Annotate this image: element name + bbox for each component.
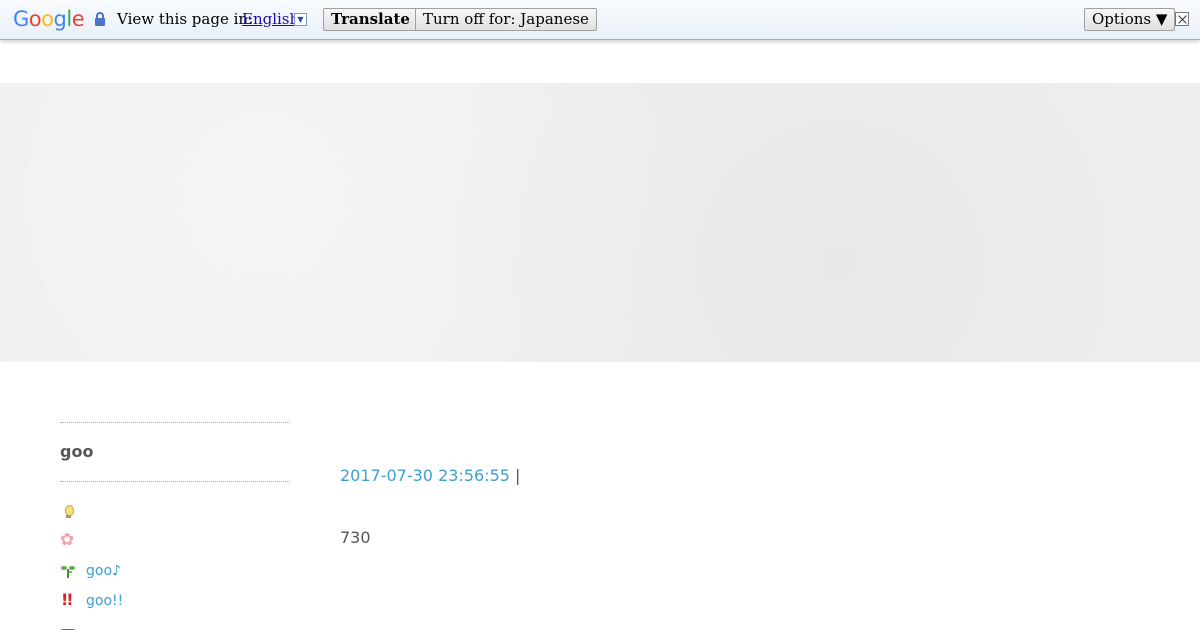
lightbulb-icon — [60, 503, 76, 519]
sidebar-item-lightbulb[interactable] — [60, 496, 290, 526]
sidebar-item-goo-exclaim[interactable]: goo!! — [60, 586, 290, 616]
turn-off-button[interactable]: Turn off for: Japanese — [415, 8, 597, 31]
camera-icon — [60, 623, 76, 630]
sidebar-title: goo — [60, 442, 94, 461]
view-page-label: View this page in: — [117, 10, 254, 28]
sidebar-item-camera[interactable] — [60, 616, 290, 630]
language-select[interactable]: English — [242, 10, 299, 28]
post-timestamp-link[interactable]: 2017-07-30 23:56:55 — [340, 466, 510, 485]
post-body: 730 — [340, 528, 371, 547]
options-button[interactable]: Options ▼ — [1084, 8, 1176, 31]
google-logo: Google — [13, 7, 85, 31]
post: 2017-07-30 23:56:55 | 730 — [340, 466, 520, 547]
sidebar: goo goo♪ goo!! — [60, 422, 290, 630]
sidebar-item-flower[interactable] — [60, 526, 290, 556]
exclamation-icon — [60, 590, 76, 609]
sidebar-item-goo-music[interactable]: goo♪ — [60, 556, 290, 586]
sidebar-item-label[interactable]: goo♪ — [86, 563, 121, 579]
close-icon[interactable] — [1175, 12, 1189, 26]
google-translate-bar: Google View this page in: English ▼ Tran… — [0, 0, 1200, 40]
sprout-icon — [60, 563, 76, 579]
sidebar-list: goo♪ goo!! — [60, 482, 290, 630]
header-banner — [0, 83, 1200, 362]
meta-separator: | — [515, 466, 521, 485]
chevron-down-icon[interactable]: ▼ — [294, 13, 307, 26]
post-meta: 2017-07-30 23:56:55 | — [340, 466, 520, 486]
sidebar-item-label[interactable]: goo!! — [86, 593, 123, 609]
flower-icon — [60, 530, 76, 550]
lock-icon — [95, 12, 105, 26]
translate-button[interactable]: Translate — [323, 8, 418, 31]
